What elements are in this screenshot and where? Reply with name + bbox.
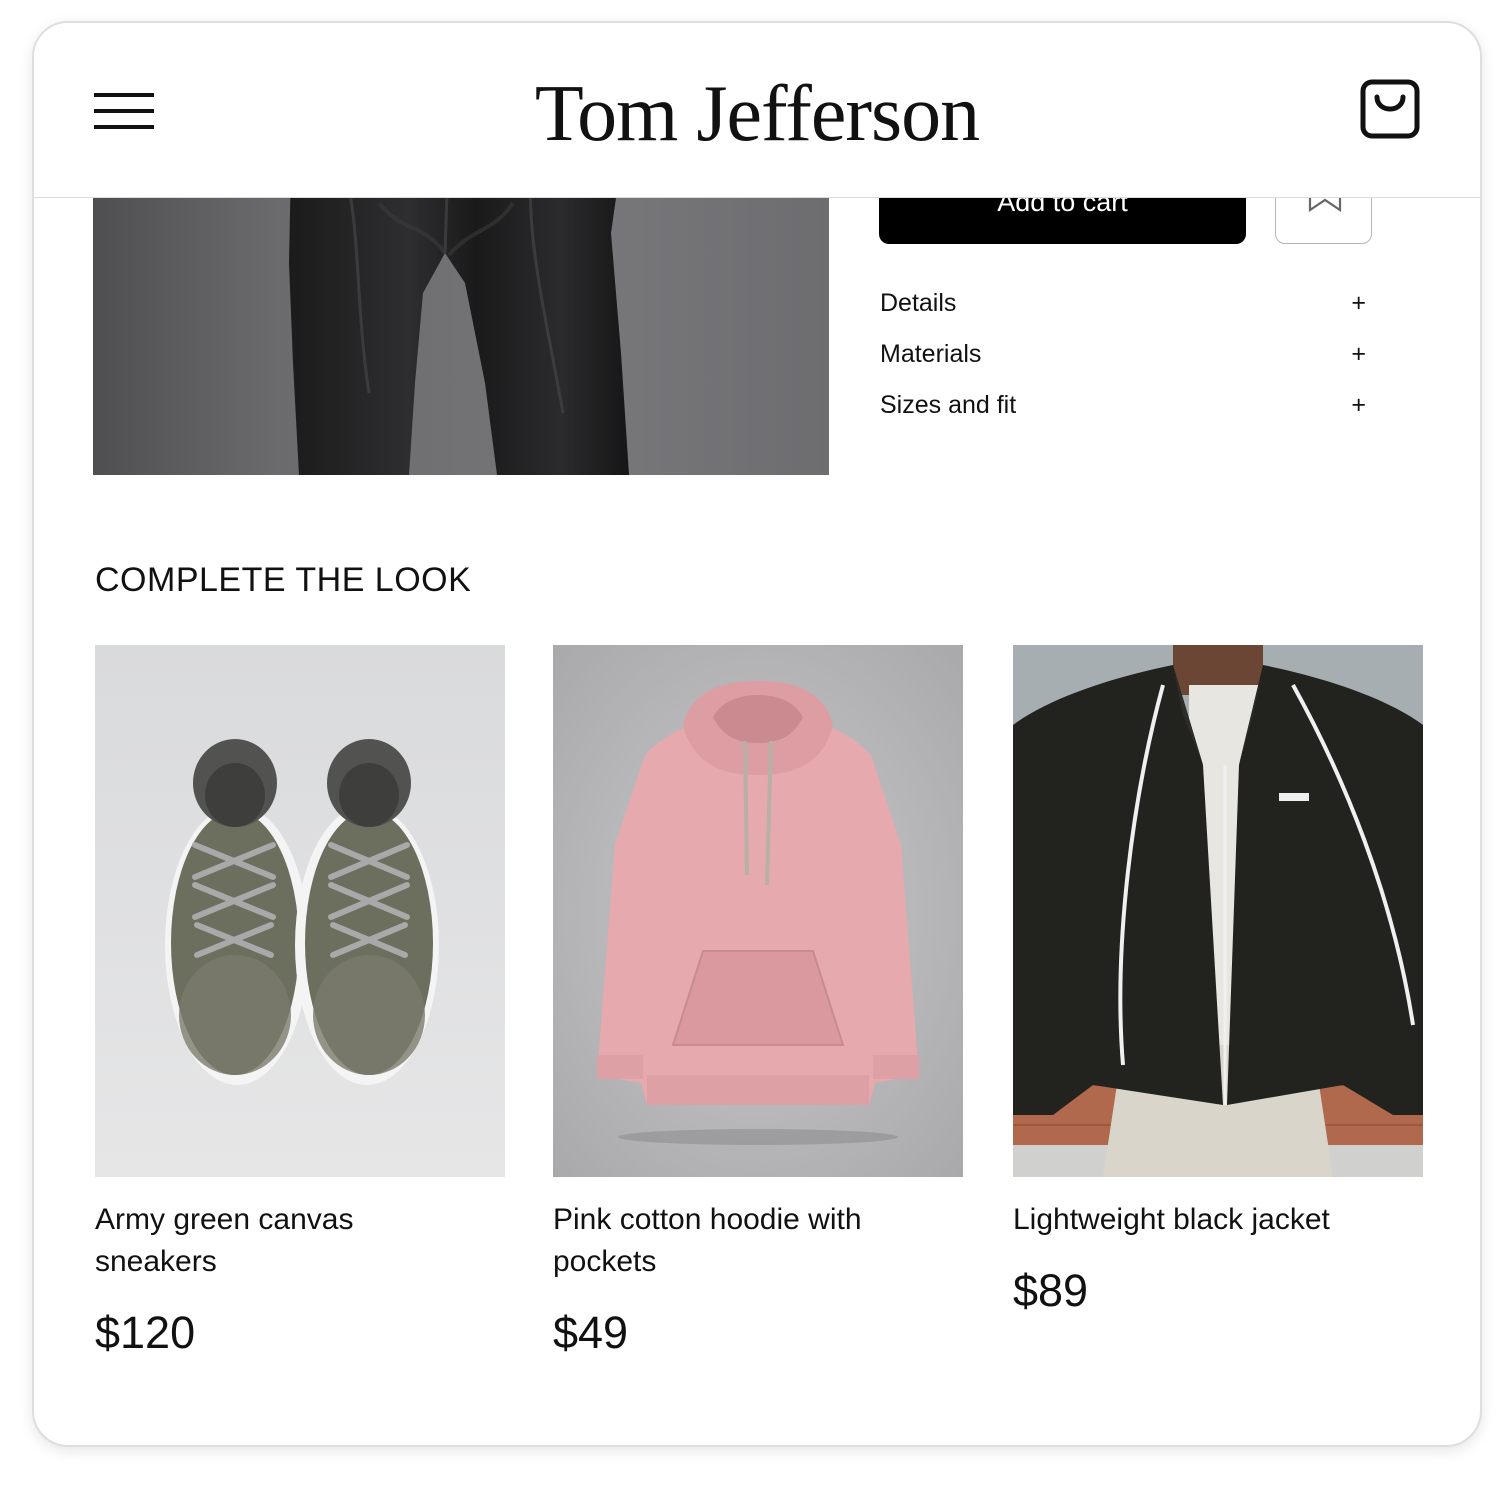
brand-logo[interactable]: Tom Jefferson <box>34 69 1480 159</box>
accordion-label: Materials <box>880 339 982 368</box>
section-title: COMPLETE THE LOOK <box>95 561 472 599</box>
product-price: $89 <box>1013 1265 1089 1316</box>
product-name[interactable]: Lightweight black jacket <box>1013 1199 1353 1241</box>
accordion-sizes-and-fit[interactable]: Sizes and fit + <box>880 387 1374 423</box>
product-name[interactable]: Army green canvas sneakers <box>95 1199 435 1283</box>
product-main-image <box>93 163 829 475</box>
sneakers-image[interactable] <box>95 645 505 1177</box>
product-card-jacket[interactable]: Lightweight black jacket $89 <box>1013 645 1423 1317</box>
product-price: $49 <box>553 1307 629 1358</box>
hoodie-illustration <box>553 645 963 1177</box>
accordion-label: Sizes and fit <box>880 390 1017 419</box>
jacket-illustration <box>1013 645 1423 1177</box>
jacket-image[interactable] <box>1013 645 1423 1177</box>
accordion-materials[interactable]: Materials + <box>880 336 1374 372</box>
product-card-hoodie[interactable]: Pink cotton hoodie with pockets $49 <box>553 645 963 1359</box>
hoodie-image[interactable] <box>553 645 963 1177</box>
sneakers-illustration <box>95 645 505 1177</box>
site-header: Tom Jefferson <box>34 23 1480 198</box>
plus-icon: + <box>1351 339 1366 368</box>
black-trousers-image <box>93 163 829 475</box>
product-card-sneakers[interactable]: Army green canvas sneakers $120 <box>95 645 505 1359</box>
product-price: $120 <box>95 1307 196 1358</box>
plus-icon: + <box>1351 390 1366 419</box>
product-page: Add to cart Details + Materials + Sizes … <box>34 23 1480 1445</box>
product-name[interactable]: Pink cotton hoodie with pockets <box>553 1199 893 1283</box>
app-frame: Add to cart Details + Materials + Sizes … <box>32 21 1482 1447</box>
accordion-label: Details <box>880 288 957 317</box>
accordion-details[interactable]: Details + <box>880 285 1374 321</box>
shopping-bag-icon[interactable] <box>1360 79 1422 141</box>
plus-icon: + <box>1351 288 1366 317</box>
